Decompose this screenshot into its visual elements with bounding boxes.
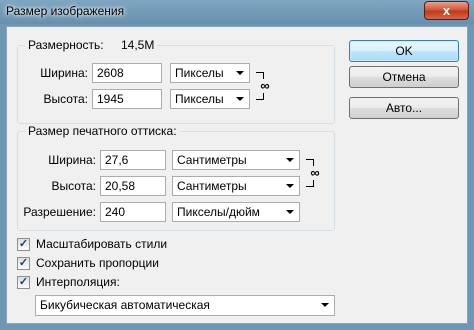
doc-height-label: Высота:	[51, 179, 96, 193]
chevron-down-icon	[286, 158, 294, 162]
chain-link-icon: ∞	[308, 166, 322, 180]
pixel-dimensions-label: Размерность:	[28, 38, 104, 52]
chevron-down-icon	[286, 210, 294, 214]
resolution-label: Разрешение:	[23, 205, 96, 219]
pixel-dimensions-value: 14,5M	[120, 38, 155, 52]
chevron-down-icon	[236, 71, 244, 75]
auto-button[interactable]: Авто...	[349, 97, 459, 119]
resample-method-value: Бикубическая автоматическая	[40, 298, 210, 312]
resample-label: Интерполяция:	[36, 275, 120, 289]
constrain-proportions-label: Сохранить пропорции	[36, 256, 159, 270]
checkmark-icon: ✓	[17, 238, 30, 251]
doc-height-unit-select[interactable]: Сантиметры	[172, 176, 300, 196]
chevron-down-icon	[321, 303, 329, 307]
close-button[interactable]: x	[424, 1, 469, 20]
doc-height-input[interactable]: 20,58	[100, 176, 166, 196]
document-size-legend: Размер печатного оттиска:	[25, 124, 180, 138]
resolution-unit-select[interactable]: Пикселы/дюйм	[172, 202, 300, 222]
doc-height-unit-value: Сантиметры	[177, 179, 247, 193]
pixel-width-unit-select[interactable]: Пикселы	[170, 63, 250, 83]
window-title: Размер изображения	[6, 4, 125, 18]
pixel-width-input[interactable]: 2608	[92, 63, 162, 83]
chevron-down-icon	[286, 184, 294, 188]
resolution-input[interactable]: 240	[100, 202, 166, 222]
checkmark-icon: ✓	[17, 257, 30, 270]
document-size-group: Размер печатного оттиска: Ширина: 27,6 С…	[17, 124, 335, 231]
scale-styles-label: Масштабировать стили	[36, 237, 168, 251]
image-size-dialog: Размерность: 14,5M Ширина: 2608 Пикселы …	[6, 26, 468, 324]
title-bar[interactable]: Размер изображения x	[0, 0, 474, 24]
resample-method-select[interactable]: Бикубическая автоматическая	[35, 295, 335, 316]
doc-width-input[interactable]: 27,6	[100, 150, 166, 170]
doc-width-label: Ширина:	[48, 153, 96, 167]
chain-link-icon: ∞	[258, 79, 272, 93]
pixel-height-unit-value: Пикселы	[175, 92, 224, 106]
checkmark-icon: ✓	[17, 276, 30, 289]
doc-width-unit-value: Сантиметры	[177, 153, 247, 167]
pixel-height-unit-select[interactable]: Пикселы	[170, 89, 250, 109]
close-icon: x	[442, 3, 451, 18]
pixel-dimensions-legend: Размерность: 14,5M	[25, 38, 158, 52]
cancel-button[interactable]: Отмена	[349, 66, 459, 88]
ok-button[interactable]: OK	[349, 40, 459, 62]
pixel-height-label: Высота:	[43, 92, 88, 106]
pixel-height-input[interactable]: 1945	[92, 89, 162, 109]
pixel-width-unit-value: Пикселы	[175, 66, 224, 80]
pixel-dimensions-group: Размерность: 14,5M Ширина: 2608 Пикселы …	[17, 38, 335, 124]
resolution-unit-value: Пикселы/дюйм	[177, 205, 260, 219]
doc-width-unit-select[interactable]: Сантиметры	[172, 150, 300, 170]
chevron-down-icon	[236, 97, 244, 101]
pixel-width-label: Ширина:	[40, 66, 88, 80]
